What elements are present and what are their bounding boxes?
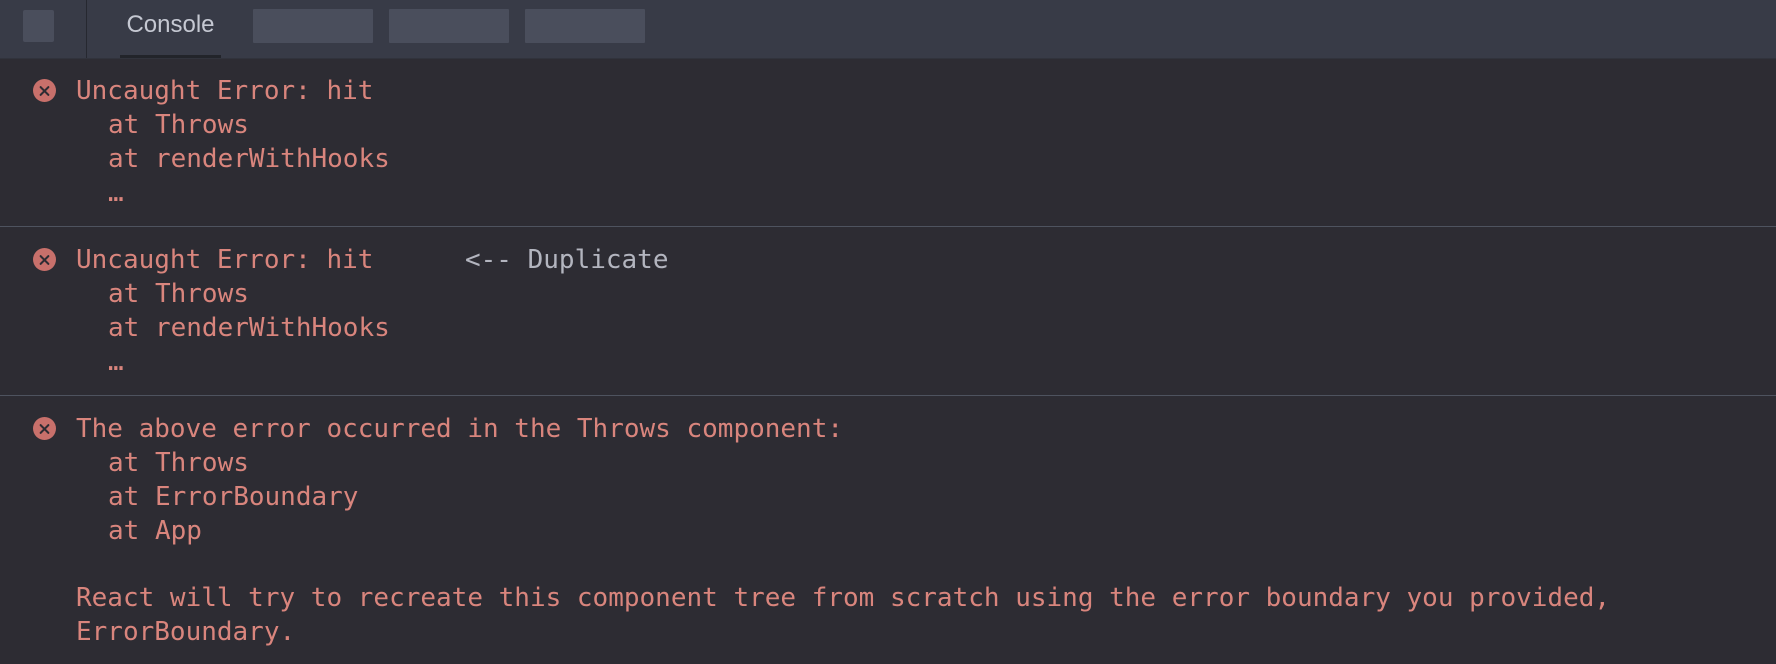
error-icon xyxy=(33,417,56,440)
toolbar-menu-button[interactable] xyxy=(23,10,54,42)
tab-console[interactable]: Console xyxy=(120,0,221,58)
stack-ellipsis: … xyxy=(108,347,124,377)
error-message: Uncaught Error: hit xyxy=(76,76,374,106)
react-note-line-2: ErrorBoundary. xyxy=(76,617,296,647)
toolbar-divider xyxy=(86,0,87,58)
stack-frame: at Throws xyxy=(108,448,249,478)
react-note-line-1: React will try to recreate this componen… xyxy=(76,583,1611,613)
console-entry-3: The above error occurred in the Throws c… xyxy=(0,396,1776,664)
stack-frame: at ErrorBoundary xyxy=(108,482,359,512)
console-entry-1: Uncaught Error: hit at Throws at renderW… xyxy=(0,58,1776,227)
stack-frame: at renderWithHooks xyxy=(108,313,390,343)
error-icon xyxy=(33,79,56,102)
tab-console-label: Console xyxy=(126,11,215,38)
stack-ellipsis: … xyxy=(108,178,124,208)
error-message: Uncaught Error: hit xyxy=(76,245,374,275)
tab-placeholder-2[interactable] xyxy=(389,9,509,43)
stack-frame: at Throws xyxy=(108,110,249,140)
error-icon xyxy=(33,248,56,271)
stack-frame: at renderWithHooks xyxy=(108,144,390,174)
devtools-toolbar: Console xyxy=(0,0,1776,59)
duplicate-annotation: <-- Duplicate xyxy=(465,245,669,275)
console-entry-2: Uncaught Error: hit <-- Duplicate at Thr… xyxy=(0,227,1776,396)
stack-frame: at Throws xyxy=(108,279,249,309)
stack-frame: at App xyxy=(108,516,202,546)
tab-placeholder-1[interactable] xyxy=(253,9,373,43)
error-message: The above error occurred in the Throws c… xyxy=(76,414,844,444)
tab-placeholder-3[interactable] xyxy=(525,9,645,43)
